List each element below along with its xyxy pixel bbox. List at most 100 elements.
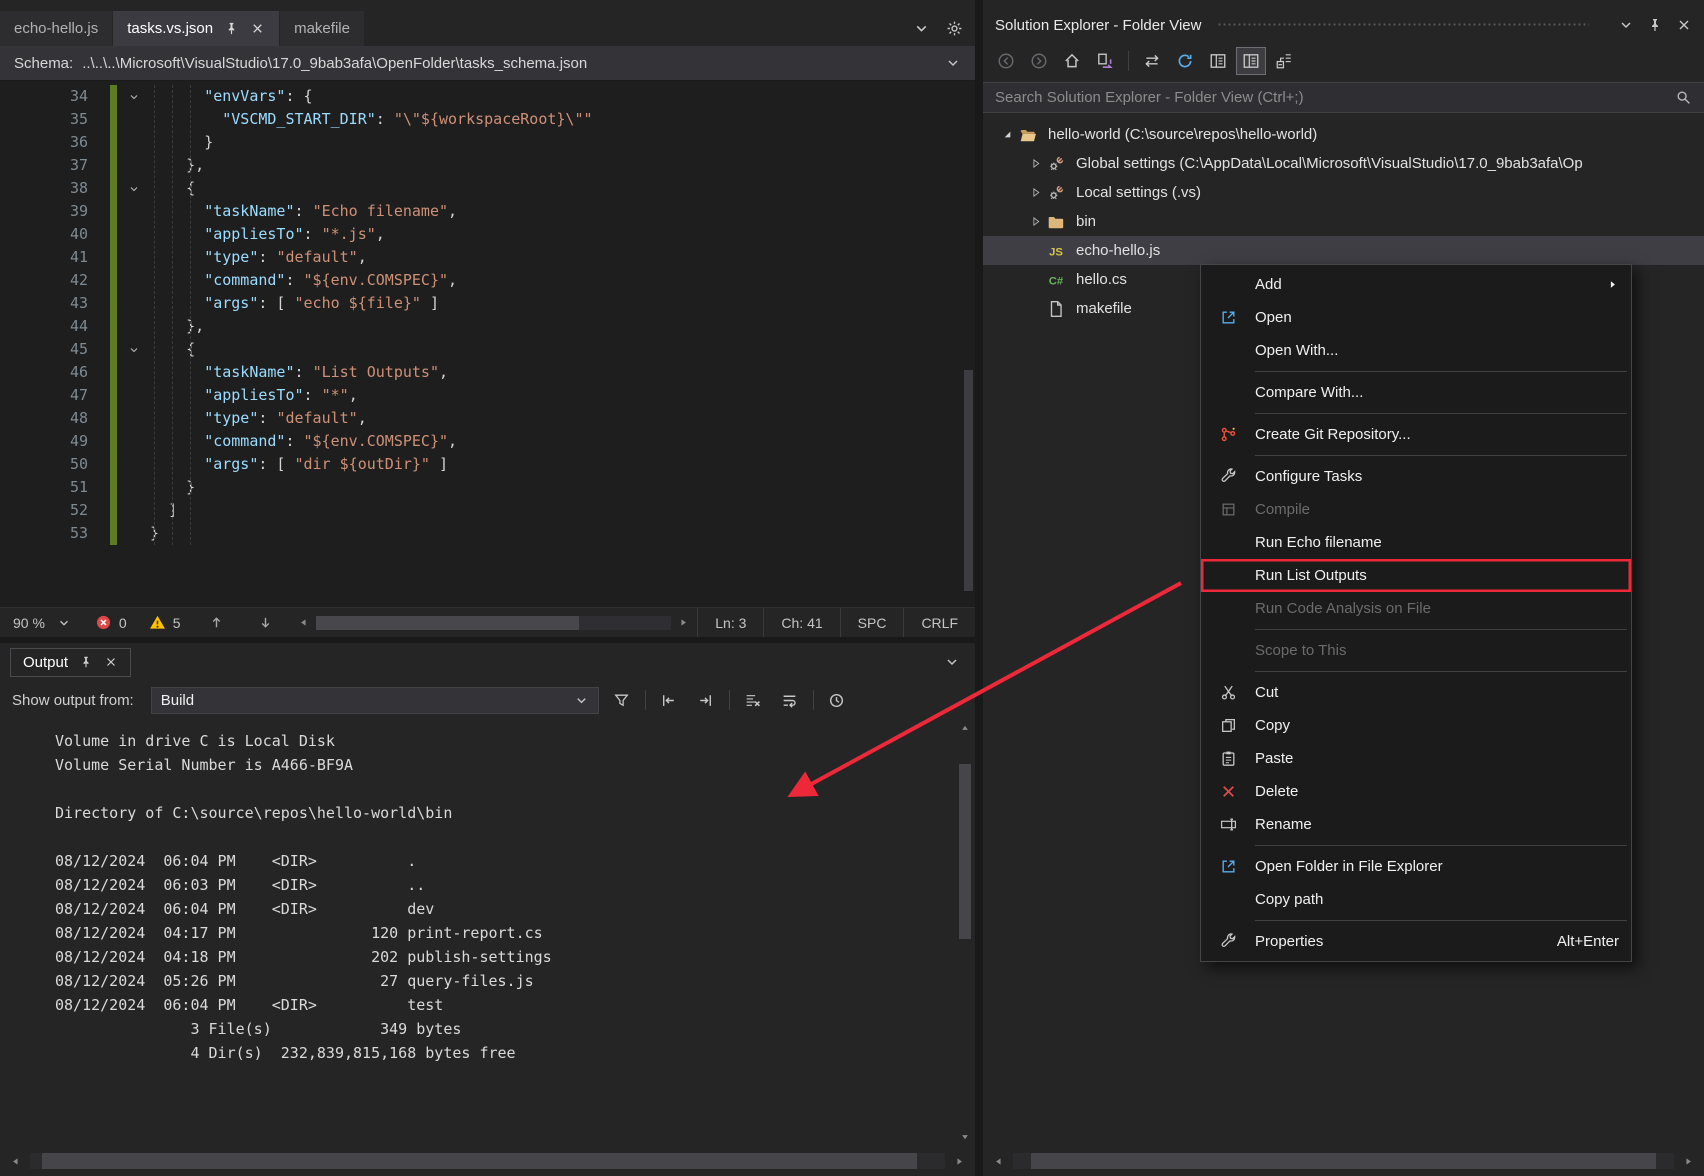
- menu-item-rename[interactable]: Rename: [1201, 808, 1631, 841]
- close-icon[interactable]: [1676, 17, 1692, 33]
- error-indicator[interactable]: 0: [84, 608, 138, 637]
- home-button[interactable]: [1057, 47, 1087, 75]
- word-wrap-button[interactable]: [776, 687, 804, 713]
- editor-horizontal-scrollbar[interactable]: [290, 608, 698, 637]
- menu-item-configure-tasks[interactable]: Configure Tasks: [1201, 460, 1631, 493]
- menu-item-delete[interactable]: Delete: [1201, 775, 1631, 808]
- editor-options-gear-icon[interactable]: [946, 20, 963, 37]
- zoom-select[interactable]: 90 %: [0, 608, 84, 637]
- scrollbar-track[interactable]: [316, 616, 672, 630]
- navigate-down-button[interactable]: [241, 608, 290, 637]
- pin-icon[interactable]: [224, 21, 239, 36]
- menu-item-copy[interactable]: Copy: [1201, 709, 1631, 742]
- output-log[interactable]: Volume in drive C is Local DiskVolume Se…: [0, 719, 975, 1146]
- switch-views-button[interactable]: [1137, 47, 1167, 75]
- output-vertical-scrollbar[interactable]: [957, 723, 973, 1142]
- editor-tab-makefile[interactable]: makefile: [280, 11, 364, 46]
- explorer-horizontal-scrollbar[interactable]: [983, 1146, 1704, 1176]
- scroll-left-icon[interactable]: [10, 1156, 21, 1167]
- output-line: 4 Dir(s) 232,839,815,168 bytes free: [55, 1041, 949, 1065]
- tree-expander[interactable]: [997, 128, 1017, 141]
- pin-icon[interactable]: [79, 655, 93, 669]
- scroll-left-icon[interactable]: [993, 1156, 1004, 1167]
- close-icon[interactable]: [104, 655, 118, 669]
- fold-collapse-icon[interactable]: [128, 344, 140, 356]
- tree-expander[interactable]: [1025, 157, 1045, 170]
- scrollbar-thumb[interactable]: [42, 1153, 917, 1169]
- filter-button[interactable]: [608, 687, 636, 713]
- timestamp-button[interactable]: [823, 687, 851, 713]
- collapse-all-button[interactable]: [1269, 47, 1299, 75]
- scrollbar-thumb[interactable]: [1031, 1153, 1656, 1169]
- code-editor[interactable]: 34 "envVars": {35 "VSCMD_START_DIR": "\"…: [0, 81, 975, 607]
- column-indicator[interactable]: Ch: 41: [763, 608, 839, 637]
- change-indicator: [110, 453, 117, 476]
- chevron-down-icon[interactable]: [945, 55, 961, 71]
- editor-tab-echo-hello-js[interactable]: echo-hello.js: [0, 11, 112, 46]
- warning-indicator[interactable]: 5: [138, 608, 192, 637]
- menu-item-add[interactable]: Add: [1201, 268, 1631, 301]
- window-position-chevron-icon[interactable]: [1618, 17, 1634, 33]
- menu-item-paste[interactable]: Paste: [1201, 742, 1631, 775]
- scrollbar-track[interactable]: [1013, 1153, 1674, 1169]
- menu-item-properties[interactable]: PropertiesAlt+Enter: [1201, 925, 1631, 958]
- scroll-down-icon[interactable]: [960, 1132, 970, 1142]
- close-icon[interactable]: [250, 21, 265, 36]
- folder-view-button[interactable]: [1203, 47, 1233, 75]
- tree-expander[interactable]: [1025, 215, 1045, 228]
- clear-all-button[interactable]: [739, 687, 767, 713]
- menu-item-create-git-repository[interactable]: Create Git Repository...: [1201, 418, 1631, 451]
- tree-item-global-settings-c-appdata-local-microsof[interactable]: Global settings (C:\AppData\Local\Micros…: [983, 149, 1704, 178]
- output-source-select[interactable]: Build: [151, 687, 599, 714]
- space-mode-indicator[interactable]: SPC: [840, 608, 904, 637]
- menu-item-compare-with[interactable]: Compare With...: [1201, 376, 1631, 409]
- editor-vertical-scrollbar[interactable]: [962, 81, 975, 607]
- menu-item-copy-path[interactable]: Copy path: [1201, 883, 1631, 916]
- fold-collapse-icon[interactable]: [128, 183, 140, 195]
- menu-item-run-echo-filename[interactable]: Run Echo filename: [1201, 526, 1631, 559]
- panel-splitter[interactable]: [975, 0, 983, 1176]
- scrollbar-thumb[interactable]: [959, 764, 971, 939]
- window-position-chevron-icon[interactable]: [944, 654, 960, 670]
- line-indicator[interactable]: Ln: 3: [697, 608, 763, 637]
- scroll-right-icon[interactable]: [678, 617, 689, 628]
- output-tab[interactable]: Output: [10, 648, 131, 677]
- tree-expander[interactable]: [1025, 186, 1045, 199]
- scrollbar-track[interactable]: [957, 736, 973, 1129]
- timestamp-icon: [828, 692, 845, 709]
- navigate-up-button[interactable]: [192, 608, 241, 637]
- drag-grip[interactable]: [1217, 22, 1589, 28]
- tree-item-hello-world-c-source-repos-hello-world[interactable]: hello-world (C:\source\repos\hello-world…: [983, 120, 1704, 149]
- line-ending-indicator[interactable]: CRLF: [903, 608, 975, 637]
- scroll-right-icon[interactable]: [954, 1156, 965, 1167]
- tree-item-echo-hello-js[interactable]: echo-hello.js: [983, 236, 1704, 265]
- scroll-right-icon[interactable]: [1683, 1156, 1694, 1167]
- schema-picker[interactable]: Schema: ..\..\..\Microsoft\VisualStudio\…: [0, 46, 975, 81]
- menu-item-open-folder-in-file-explorer[interactable]: Open Folder in File Explorer: [1201, 850, 1631, 883]
- search-icon[interactable]: [1675, 89, 1692, 106]
- scroll-left-icon[interactable]: [298, 617, 309, 628]
- menu-item-open-with[interactable]: Open With...: [1201, 334, 1631, 367]
- fold-collapse-icon[interactable]: [128, 91, 140, 103]
- refresh-button[interactable]: [1170, 47, 1200, 75]
- editor-tab-tasks-vs-json[interactable]: tasks.vs.json: [113, 11, 279, 46]
- scroll-up-icon[interactable]: [960, 723, 970, 733]
- pin-icon[interactable]: [1647, 17, 1663, 33]
- next-message-button[interactable]: [692, 687, 720, 713]
- filter-icon: [613, 692, 630, 709]
- sync-active-document-button[interactable]: [1090, 47, 1120, 75]
- scrollbar-thumb[interactable]: [964, 370, 973, 591]
- menu-item-open[interactable]: Open: [1201, 301, 1631, 334]
- menu-item-run-list-outputs[interactable]: Run List Outputs: [1201, 559, 1631, 592]
- tab-list-chevron-icon[interactable]: [913, 20, 930, 37]
- menu-item-cut[interactable]: Cut: [1201, 676, 1631, 709]
- tree-item-bin[interactable]: bin: [983, 207, 1704, 236]
- previous-message-button[interactable]: [655, 687, 683, 713]
- output-horizontal-scrollbar[interactable]: [0, 1146, 975, 1176]
- scrollbar-thumb[interactable]: [316, 616, 579, 630]
- scrollbar-track[interactable]: [30, 1153, 945, 1169]
- folder-view-active-button[interactable]: [1236, 47, 1266, 75]
- collapsed-arrow-icon: [1029, 186, 1042, 199]
- search-input[interactable]: Search Solution Explorer - Folder View (…: [983, 82, 1704, 113]
- tree-item-local-settings-vs[interactable]: Local settings (.vs): [983, 178, 1704, 207]
